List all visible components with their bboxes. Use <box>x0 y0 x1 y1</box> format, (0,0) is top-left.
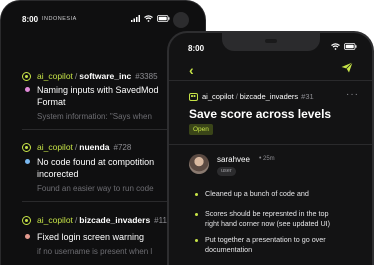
comment-line: Cleaned up a bunch of code and <box>205 189 309 198</box>
avatar[interactable] <box>189 154 209 174</box>
issue-preview: System information: "Says when <box>37 112 152 121</box>
issue-number: #11 <box>154 215 167 225</box>
wifi-icon <box>144 15 153 22</box>
issue-preview: Found an easier way to run code <box>37 184 154 193</box>
bullet-dot <box>195 193 198 196</box>
open-status-icon <box>22 142 31 152</box>
robot-icon <box>189 92 198 101</box>
project-name: software_inc <box>79 71 132 81</box>
status-badge: Open <box>189 124 213 135</box>
comment-line: Scores should be represnted in the top <box>205 209 329 218</box>
carrier-label: INDONESIA <box>42 16 77 22</box>
project-name[interactable]: bizcade_invaders <box>240 92 298 101</box>
notch <box>222 33 320 51</box>
bullet-dot <box>195 213 198 216</box>
path-separator: / <box>74 71 78 81</box>
issue-title-line2: Format <box>37 97 66 107</box>
list-item-header: ai_copilot / software_inc #3385 <box>22 71 158 81</box>
repo-name: ai_copilot <box>37 71 73 81</box>
open-status-icon <box>22 71 31 81</box>
status-time: 8:00 <box>188 44 205 53</box>
comment-time: 25m <box>263 156 275 162</box>
issue-title-line1: Naming inputs with SavedMod <box>37 85 159 95</box>
issue-title-line2: incorected <box>37 169 79 179</box>
camera-cutout <box>173 12 189 28</box>
status-icons <box>131 15 170 22</box>
wifi-icon <box>331 43 340 50</box>
path-separator: / <box>235 92 238 101</box>
repo-name: ai_copilot <box>37 142 73 152</box>
header-divider <box>169 80 372 81</box>
comment-line: documentation <box>205 245 253 254</box>
status-time: 8:00 <box>22 15 39 24</box>
issue-breadcrumb: ai_copilot / bizcade_invaders #31 <box>189 92 314 101</box>
more-dots-icon[interactable]: ··· <box>346 89 359 100</box>
path-separator: / <box>74 142 78 152</box>
status-bar: 8:00 INDONESIA <box>1 1 205 39</box>
status-icons <box>331 43 357 50</box>
list-item-header: ai_copilot / bizcade_invaders #11 <box>22 215 167 225</box>
issue-number: #31 <box>301 92 314 101</box>
comment-line: Put together a presentation to go over <box>205 235 326 244</box>
issue-number: #3385 <box>135 71 158 81</box>
issue-title-line1: Fixed login screen warning <box>37 232 145 242</box>
bullet-dot <box>195 239 198 242</box>
signal-icon <box>131 15 140 22</box>
label-dot <box>25 87 30 92</box>
label-dot <box>25 159 30 164</box>
front-phone: 8:00 ‹ ai_copilot / bizcade_invaders #31… <box>167 31 374 265</box>
list-item-header: ai_copilot / nuenda #728 <box>22 142 131 152</box>
chevron-left-icon[interactable]: ‹ <box>189 62 194 78</box>
repo-name[interactable]: ai_copilot <box>202 92 234 101</box>
project-name: nuenda <box>79 142 110 152</box>
label-dot <box>25 234 30 239</box>
dot-separator: • <box>259 155 262 162</box>
repo-name: ai_copilot <box>37 215 73 225</box>
section-divider <box>169 144 372 145</box>
issue-title: Save score across levels <box>189 107 332 121</box>
issue-number: #728 <box>113 142 132 152</box>
battery-icon <box>157 15 170 22</box>
path-separator: / <box>74 215 78 225</box>
open-status-icon <box>22 215 31 225</box>
comment-line: right hand corner now (see updated UI) <box>205 219 331 228</box>
issue-preview: if no username is present when l <box>37 247 153 256</box>
comment-author[interactable]: sarahvee <box>217 155 250 164</box>
role-badge: user <box>217 167 236 176</box>
paper-plane-icon[interactable] <box>341 62 353 73</box>
issue-title-line1: No code found at compotition <box>37 157 155 167</box>
project-name: bizcade_invaders <box>79 215 151 225</box>
battery-icon <box>344 43 357 50</box>
